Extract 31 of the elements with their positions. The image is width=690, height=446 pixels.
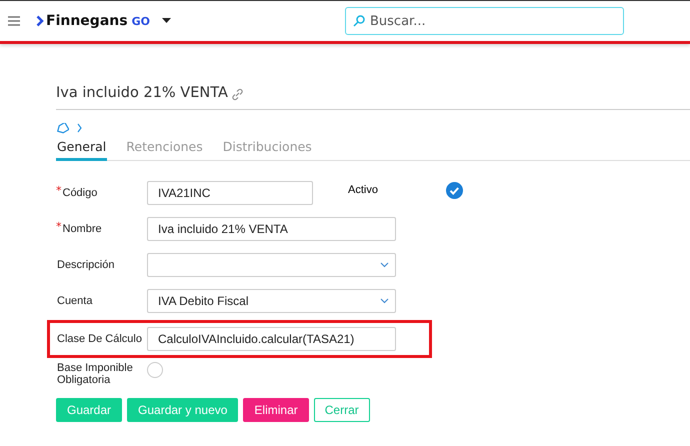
tag-icon[interactable] [56, 122, 69, 134]
field-label: Base Imponible Obligatoria [57, 362, 134, 386]
chevron-down-icon [380, 298, 389, 304]
field-label: Cuenta [57, 295, 92, 307]
tab[interactable]: General [56, 137, 108, 161]
record-title: Iva incluido 21% VENTA [56, 85, 228, 101]
logo-suffix[interactable]: GO [132, 14, 150, 28]
select-field[interactable] [147, 253, 396, 277]
field-label: Nombre [62, 223, 102, 235]
search-field[interactable]: Buscar... [345, 7, 624, 35]
required-icon: * [56, 223, 62, 231]
caret-icon[interactable] [162, 18, 171, 24]
action-button[interactable]: Eliminar [243, 398, 309, 422]
chevron-down-icon [380, 262, 389, 268]
input-field[interactable]: IVA21INC [147, 181, 313, 205]
select-field[interactable]: IVA Debito Fiscal [147, 289, 396, 313]
menu-icon[interactable] [8, 16, 20, 26]
input-field[interactable]: Iva incluido 21% VENTA [147, 217, 396, 241]
required-icon: * [56, 187, 62, 195]
field-label: Clase De Cálculo [57, 333, 142, 345]
input-field[interactable]: CalculoIVAIncluido.calcular(TASA21) [147, 327, 396, 351]
chevron-icon [36, 15, 44, 27]
field-label: Código [62, 187, 98, 199]
checkbox[interactable] [147, 362, 163, 378]
logo-text[interactable]: Finnegans [46, 13, 128, 29]
link-icon[interactable] [230, 88, 244, 101]
checkbox[interactable] [446, 182, 463, 199]
search-icon [353, 15, 365, 27]
chevron-right-icon[interactable] [77, 123, 82, 133]
field-label: Activo [348, 184, 378, 196]
field-label: Descripción [57, 259, 114, 271]
